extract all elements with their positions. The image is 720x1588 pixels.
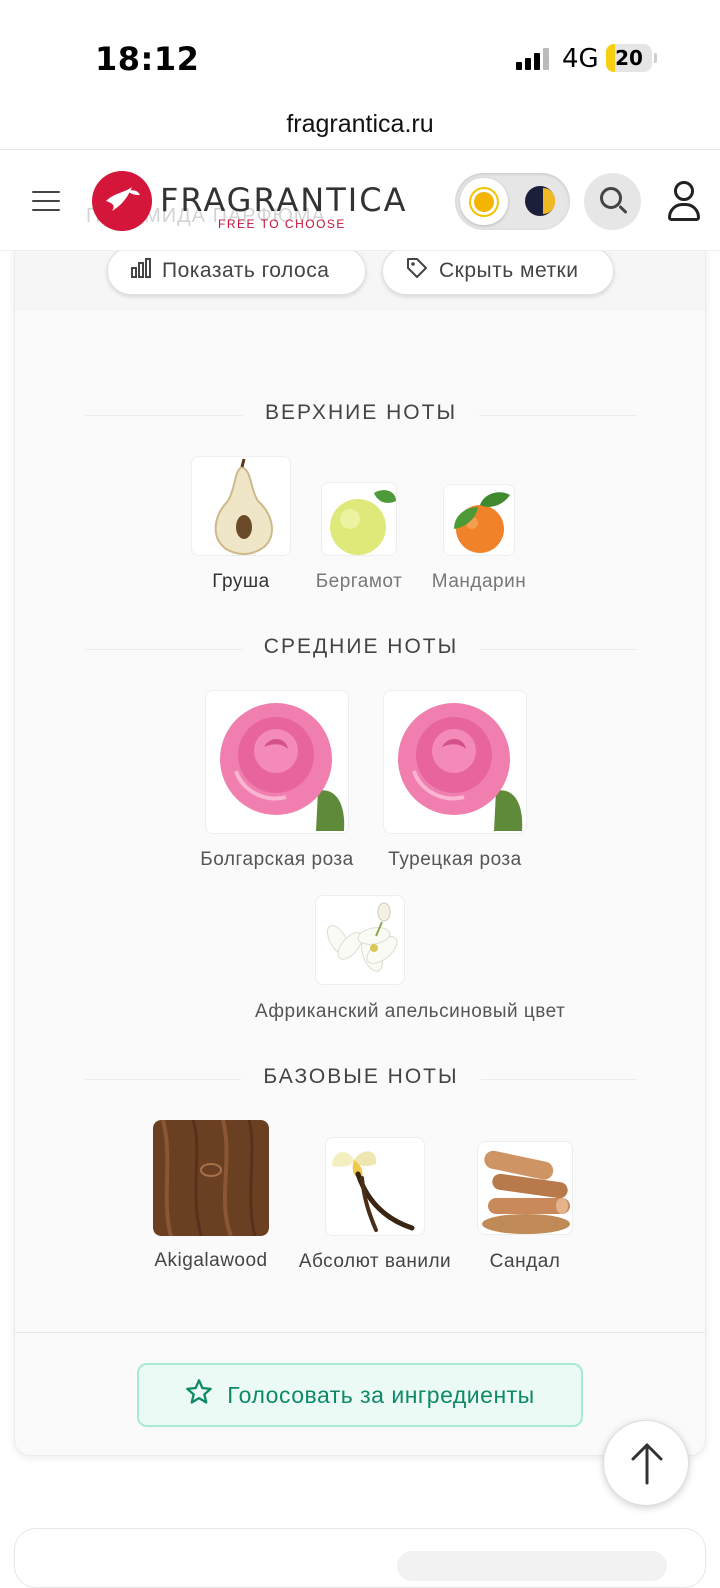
- middle-notes-heading: СРЕДНИЕ НОТЫ: [15, 629, 705, 669]
- moon-icon: [525, 186, 555, 216]
- note-label: Турецкая роза: [388, 849, 522, 870]
- note-label: Сандал: [489, 1251, 561, 1272]
- top-notes-title: ВЕРХНИЕ НОТЫ: [242, 395, 480, 431]
- hide-tags-label: Скрыть метки: [439, 259, 579, 282]
- vanilla-icon: [325, 1137, 425, 1236]
- rose-icon: [205, 690, 349, 834]
- note-turkish-rose[interactable]: Турецкая роза: [383, 690, 527, 874]
- bar-chart-icon: [130, 257, 152, 285]
- tag-icon: [405, 256, 429, 286]
- bergamot-icon: [321, 482, 397, 556]
- next-card-placeholder: [397, 1551, 667, 1581]
- site-header: ПИРАМИДА ПАРФЮМА FRAGRANTICA FREE TO CHO…: [0, 151, 720, 251]
- search-button[interactable]: [584, 173, 641, 230]
- show-votes-button[interactable]: Показать голоса: [107, 247, 366, 295]
- orange-blossom-icon: [315, 895, 405, 985]
- logo-tagline: FREE TO CHOOSE: [218, 217, 346, 231]
- user-account-icon[interactable]: [666, 179, 702, 223]
- vote-ingredients-button[interactable]: Голосовать за ингредиенты: [137, 1363, 583, 1427]
- network-type: 4G: [562, 44, 599, 74]
- note-bulgarian-rose[interactable]: Болгарская роза: [200, 690, 353, 874]
- sun-icon: [474, 192, 494, 212]
- top-notes-heading: ВЕРХНИЕ НОТЫ: [15, 395, 705, 435]
- note-label: Мандарин: [431, 571, 527, 592]
- star-icon: [185, 1378, 213, 1413]
- card-divider: [15, 1332, 705, 1333]
- note-akigalawood[interactable]: Akigalawood: [153, 1120, 269, 1276]
- base-notes-heading: БАЗОВЫЕ НОТЫ: [15, 1059, 705, 1099]
- arrow-up-icon: [631, 1443, 663, 1485]
- perfume-pyramid-card: Показать голоса Скрыть метки ВЕРХНИЕ НОТ…: [14, 200, 706, 1456]
- note-vanilla[interactable]: Абсолют ванили: [299, 1137, 451, 1276]
- theme-toggle-knob: [460, 178, 508, 225]
- note-sandalwood[interactable]: Сандал: [477, 1141, 573, 1276]
- browser-url-bar[interactable]: fragrantica.ru: [0, 100, 720, 150]
- wood-icon: [153, 1120, 269, 1236]
- note-mandarin[interactable]: Мандарин: [432, 484, 526, 596]
- logo-wordmark[interactable]: FRAGRANTICA: [160, 181, 407, 219]
- battery-cap: [654, 53, 657, 63]
- pear-icon: [191, 456, 291, 556]
- mandarin-icon: [443, 484, 515, 556]
- url-text: fragrantica.ru: [286, 110, 434, 138]
- rose-icon: [383, 690, 527, 834]
- cellular-signal-icon: [516, 48, 552, 70]
- show-votes-label: Показать голоса: [162, 259, 330, 282]
- vote-button-label: Голосовать за ингредиенты: [227, 1381, 535, 1408]
- fragrantica-logo-icon[interactable]: [92, 171, 152, 231]
- status-time: 18:12: [95, 40, 200, 78]
- battery-percent: 20: [615, 46, 643, 70]
- sandalwood-icon: [477, 1141, 573, 1235]
- base-notes-title: БАЗОВЫЕ НОТЫ: [241, 1059, 481, 1095]
- hide-tags-button[interactable]: Скрыть метки: [382, 247, 614, 295]
- theme-toggle[interactable]: [455, 173, 570, 230]
- battery-icon: 20: [606, 44, 652, 72]
- note-orange-blossom[interactable]: Африканский апельсиновый цвет: [255, 895, 565, 1025]
- next-section-card: [14, 1528, 706, 1588]
- status-bar: 18:12 4G 20: [0, 0, 720, 100]
- hamburger-menu-icon[interactable]: [32, 189, 60, 213]
- middle-notes-title: СРЕДНИЕ НОТЫ: [241, 629, 481, 665]
- scroll-to-top-button[interactable]: [603, 1420, 689, 1506]
- note-label: Африканский апельсиновый цвет: [255, 1001, 566, 1022]
